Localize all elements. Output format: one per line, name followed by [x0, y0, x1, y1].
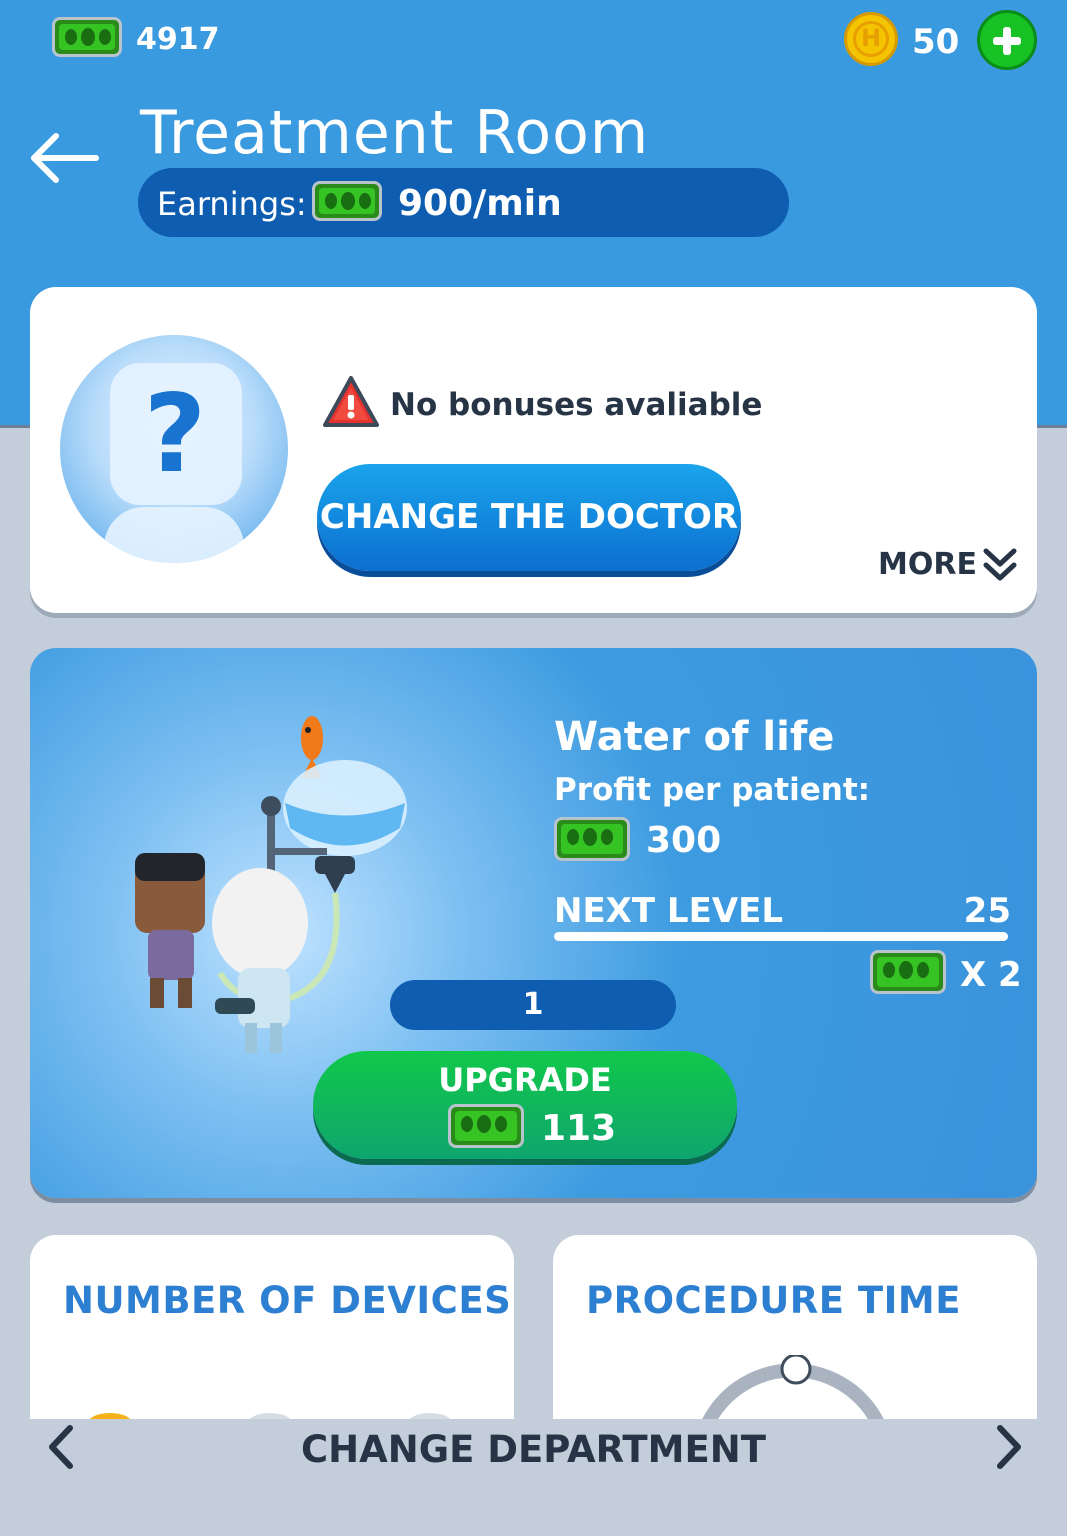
upgrade-cost: 113: [541, 1108, 617, 1149]
chevron-right-icon[interactable]: [988, 1424, 1028, 1470]
device-count-indicators: [89, 1413, 451, 1419]
cash-icon: [448, 1104, 524, 1148]
next-level-label: NEXT LEVEL: [554, 891, 784, 931]
more-label: MORE: [878, 546, 977, 582]
cash-icon: [312, 181, 382, 221]
cash-balance: 4917: [136, 22, 220, 57]
device-card: Water of life Profit per patient: 300 NE…: [30, 648, 1037, 1198]
profit-label: Profit per patient:: [554, 772, 871, 808]
procedure-time-title: PROCEDURE TIME: [586, 1279, 961, 1322]
no-bonus-text: No bonuses avaliable: [390, 387, 763, 423]
coin-balance: 50: [912, 22, 960, 62]
procedure-time-card[interactable]: PROCEDURE TIME: [553, 1235, 1037, 1419]
upgrade-button[interactable]: UPGRADE 113: [313, 1051, 737, 1159]
back-arrow-icon[interactable]: [28, 128, 100, 188]
procedure-timer-dial: [702, 1355, 884, 1419]
next-level-progress-bar: [554, 932, 1008, 941]
profit-value: 300: [646, 820, 722, 861]
coin-icon: H: [844, 12, 898, 66]
earnings-pill: Earnings: 900/min: [138, 168, 789, 237]
upgrade-label: UPGRADE: [438, 1061, 612, 1099]
number-of-devices-title: NUMBER OF DEVICES: [63, 1279, 512, 1322]
cash-icon: [554, 817, 630, 861]
question-mark-icon: ?: [143, 372, 207, 497]
change-doctor-button[interactable]: CHANGE THE DOCTOR: [317, 464, 741, 571]
add-coins-button[interactable]: [977, 10, 1037, 70]
double-chevron-down-icon: [983, 548, 1017, 581]
next-level-value: 25: [963, 891, 1011, 931]
page-title: Treatment Room: [140, 98, 650, 168]
water-of-life-illustration: [135, 716, 407, 1053]
doctor-avatar-placeholder[interactable]: ?: [60, 335, 288, 563]
doctor-card: ? No bonuses avaliable CHANGE THE DOCTOR…: [30, 287, 1037, 613]
earnings-value: 900/min: [398, 183, 562, 224]
device-level: 1: [390, 980, 676, 1030]
more-button[interactable]: MORE: [878, 547, 1017, 584]
earnings-label: Earnings:: [157, 185, 307, 223]
profit-multiplier: X 2: [960, 955, 1022, 995]
cash-icon: [870, 950, 946, 994]
cash-icon: [52, 17, 122, 57]
change-department-label: CHANGE DEPARTMENT: [301, 1428, 766, 1471]
warning-icon: [323, 376, 379, 427]
device-name: Water of life: [554, 714, 835, 760]
number-of-devices-card[interactable]: NUMBER OF DEVICES: [30, 1235, 514, 1419]
